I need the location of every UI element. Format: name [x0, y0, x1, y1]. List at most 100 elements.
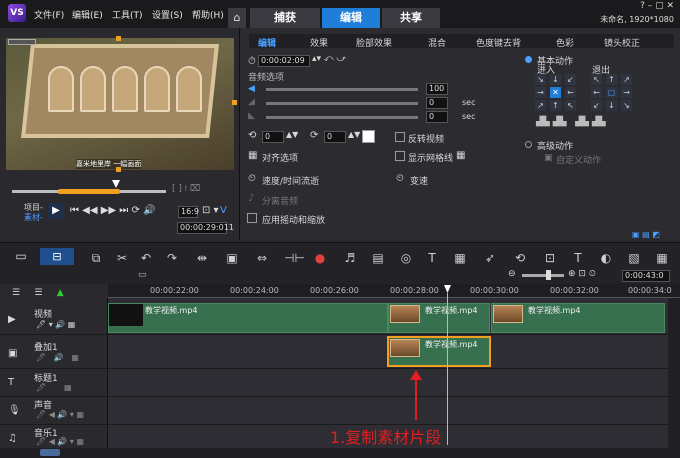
subtitle-icon[interactable]: ▦ — [452, 251, 468, 265]
transport-icons[interactable]: ⏮ ◀◀ ▶▶ ⏭ ⟳ 🔊 — [70, 205, 156, 216]
menu-settings[interactable]: 设置(S) — [152, 8, 183, 21]
zoom-out-icon[interactable]: ⊖ — [508, 269, 516, 279]
rotate-left-icon[interactable]: ⟲ — [248, 130, 256, 141]
record-icon[interactable]: ● — [312, 251, 328, 265]
zoom-slider[interactable] — [522, 274, 564, 277]
chapter-icon[interactable]: ▤ — [370, 251, 386, 265]
show-grid-checkbox[interactable] — [395, 151, 405, 161]
split-audio-button[interactable]: 分离音频 — [262, 194, 298, 207]
crop-tool-icon[interactable]: ⊡ — [542, 251, 558, 265]
mark-in-out-icons[interactable]: [ ] ⟊ ⌧ — [172, 184, 200, 194]
aspect-ratio-select[interactable]: 16:9 — [178, 206, 199, 218]
tab-lens-correction[interactable]: 镜头校正 — [604, 36, 640, 49]
custom-motion-button[interactable]: 自定义动作 — [556, 153, 601, 166]
duration-arrows-icon[interactable]: ▴▾ ⤺ ⤻ — [312, 54, 346, 64]
tab-edit[interactable]: 编辑 — [322, 8, 380, 28]
menu-tools[interactable]: 工具(T) — [112, 8, 143, 21]
video-clip[interactable]: 教学视频.mp4 — [108, 303, 388, 333]
tab-face-effects[interactable]: 脸部效果 — [356, 36, 392, 49]
redo-icon[interactable]: ↷ — [164, 251, 180, 265]
tab-chroma-key[interactable]: 色度键去背 — [476, 36, 521, 49]
rotate-left-arrows[interactable]: ▲▼ — [286, 130, 298, 139]
exit-direction-grid[interactable]: ↖ ↑ ↗ ← ▢ → ↙ ↓ ↘ — [589, 72, 639, 112]
multicam-icon[interactable]: ◎ — [398, 251, 414, 265]
tab-edit-options[interactable]: 编辑 — [258, 36, 276, 49]
video-clip[interactable]: 教学视频.mp4 — [491, 303, 665, 333]
audio-mixer-icon[interactable]: ♬ — [342, 251, 358, 265]
menu-edit[interactable]: 编辑(E) — [72, 8, 103, 21]
play-button[interactable]: ▶ — [48, 203, 64, 219]
image-icon[interactable]: ▣ — [224, 251, 240, 265]
rotate-right-arrows[interactable]: ▲▼ — [348, 130, 360, 139]
grid-settings-icon[interactable]: ▦ — [456, 150, 465, 161]
overlay-clip-selected[interactable]: 教学视频.mp4 — [387, 336, 491, 367]
duration-field[interactable]: 0:00:02:09 — [258, 55, 310, 67]
ruler-header-icons[interactable]: ☰ ☰ ▲ — [12, 288, 64, 298]
tab-color[interactable]: 色彩 — [556, 36, 574, 49]
fade-in-slider[interactable] — [266, 102, 418, 105]
grid-tool-icon[interactable]: ▦ — [654, 251, 670, 265]
menu-help[interactable]: 帮助(H) — [192, 8, 224, 21]
tab-capture[interactable]: 捕获 — [250, 8, 320, 28]
preview-crop-handle[interactable] — [116, 167, 121, 172]
preview-crop-handle[interactable] — [116, 36, 121, 41]
zoom-in-icon[interactable]: ⊕ ⊡ ⏲ — [568, 269, 596, 279]
motion-icon[interactable]: ➶ — [482, 251, 498, 265]
volume-slider[interactable] — [266, 88, 418, 91]
enter-direction-grid[interactable]: ↘ ↓ ↙ → ✕ ← ↗ ↑ ↖ — [533, 72, 583, 112]
video-clip[interactable]: 教学视频.mp4 — [388, 303, 490, 333]
preview-crop-handle[interactable] — [232, 100, 237, 105]
text-3d-icon[interactable]: T — [570, 251, 586, 265]
volume-field[interactable]: 100 — [426, 83, 448, 95]
zoom-slider-thumb[interactable] — [546, 270, 551, 280]
rotate-right-icon[interactable]: ⟳ — [310, 130, 318, 141]
vertical-scrollbar[interactable] — [668, 298, 680, 448]
motion-effect-icons[interactable]: ▟▙ ▟▙ ▟▙ ▟▙ — [536, 117, 606, 127]
rotate-left-field[interactable]: 0 — [262, 131, 284, 143]
window-controls[interactable]: ? – ▢ ✕ — [640, 1, 674, 11]
panel-corner-icons[interactable]: ▣ ▤ ◩ — [632, 230, 660, 239]
track-controls[interactable]: 🖊 🔊 ▦ — [36, 353, 79, 362]
tab-effects[interactable]: 效果 — [310, 36, 328, 49]
track-controls[interactable]: 🖊 ▾ 🔊 ▦ — [36, 320, 75, 329]
stretch-icon[interactable]: ⇔ — [254, 251, 270, 265]
cut-icon[interactable]: ✂ — [114, 251, 130, 265]
preview-window[interactable]: 嘉米地里岸 一幅画面 — [6, 38, 234, 170]
basic-motion-radio[interactable] — [525, 56, 532, 63]
fade-out-slider[interactable] — [266, 116, 418, 119]
fade-out-field[interactable]: 0 — [426, 111, 448, 123]
speed-timelapse-button[interactable]: 速度/时间流逝 — [262, 174, 319, 187]
horizontal-scrollbar[interactable] — [0, 448, 680, 458]
timeline-playhead-line[interactable] — [447, 293, 448, 445]
fit-project-icon[interactable]: ▭ — [138, 270, 147, 280]
advanced-motion-radio[interactable] — [525, 141, 532, 148]
horizontal-scrollbar-thumb[interactable] — [40, 449, 60, 456]
undo-icon[interactable]: ↶ — [138, 251, 154, 265]
track-controls[interactable]: 🖊 ◀ 🔊 ▾ ▦ — [36, 437, 84, 446]
timeline-timecode[interactable]: 0:00:43:0 — [622, 270, 670, 282]
menu-file[interactable]: 文件(F) — [34, 8, 64, 21]
pan-zoom-checkbox[interactable] — [247, 213, 257, 223]
track-controls[interactable]: 🖊 ▦ — [36, 383, 72, 392]
split-icon[interactable]: ⊣⊢ — [284, 251, 305, 265]
color-icon[interactable]: ▧ — [626, 251, 642, 265]
fade-in-field[interactable]: 0 — [426, 97, 448, 109]
crop-icon[interactable]: ⊡ ▾ — [202, 205, 219, 216]
rotate-right-field[interactable]: 0 — [324, 131, 346, 143]
clip-label[interactable]: 素材- — [24, 212, 43, 223]
storyboard-view-button[interactable]: ▭ — [8, 249, 34, 265]
fit-icon[interactable]: ⇹ — [194, 251, 210, 265]
loop-icon[interactable]: ⟲ — [512, 251, 528, 265]
timeline-view-button[interactable]: ⊟ — [40, 248, 74, 265]
align-options-button[interactable]: 对齐选项 — [262, 151, 298, 164]
background-color-swatch[interactable] — [362, 130, 375, 143]
mask-icon[interactable]: ◐ — [598, 251, 614, 265]
reverse-video-checkbox[interactable] — [395, 132, 405, 142]
track-manager-icon[interactable]: ⧉ — [88, 251, 104, 265]
title-icon[interactable]: T — [424, 251, 440, 265]
vs-icon[interactable]: V — [220, 205, 227, 216]
variable-speed-button[interactable]: 变速 — [410, 174, 428, 187]
home-tab[interactable]: ⌂ — [228, 8, 246, 28]
player-timecode[interactable]: 00:00:29:011 — [177, 222, 234, 234]
tab-share[interactable]: 共享 — [382, 8, 440, 28]
